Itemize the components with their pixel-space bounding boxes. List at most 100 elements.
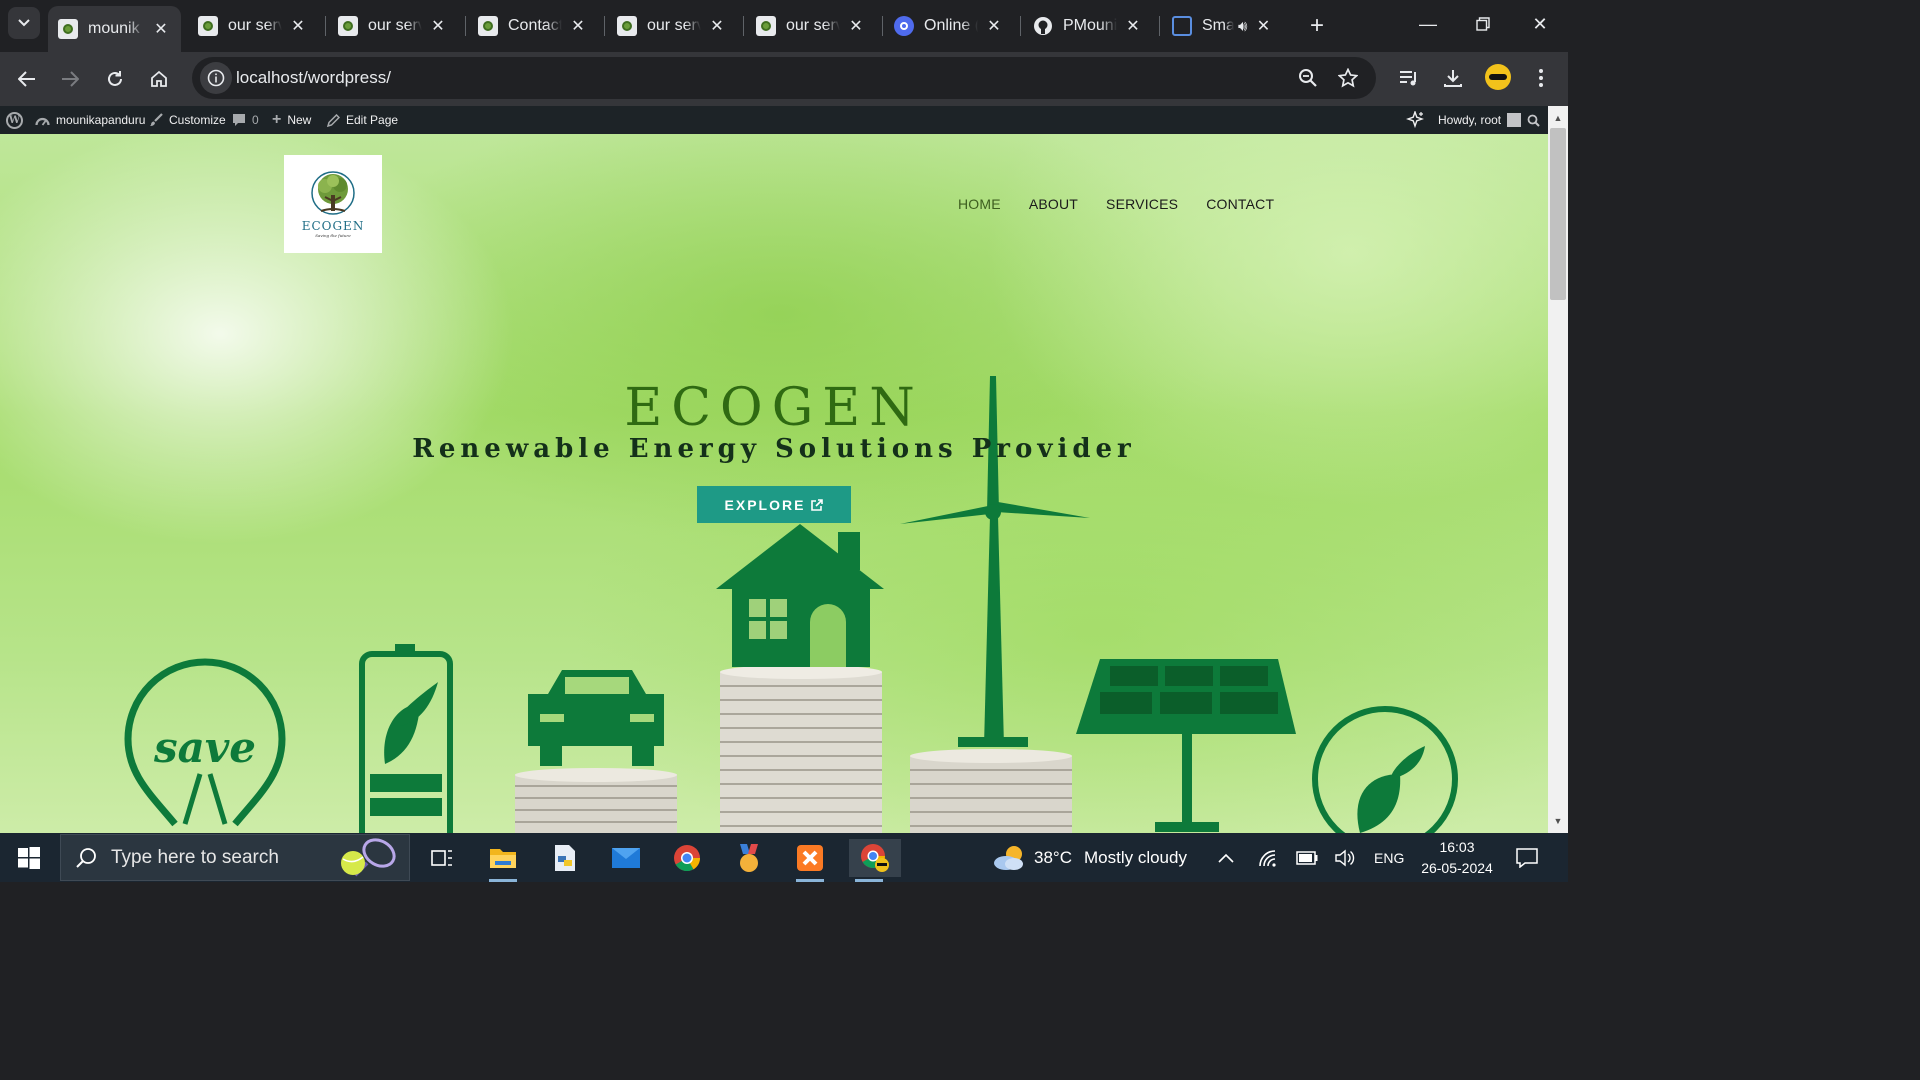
new-content-link[interactable]: + New xyxy=(272,106,311,134)
url-text[interactable]: localhost/wordpress/ xyxy=(236,68,391,88)
dashboard-gauge-icon xyxy=(35,117,50,126)
house-illustration xyxy=(716,524,884,667)
chrome-menu-icon[interactable] xyxy=(1527,64,1555,92)
battery-illustration xyxy=(359,644,453,833)
browser-tab[interactable]: PMouni ✕ xyxy=(1023,6,1153,46)
browser-tab[interactable]: our serv ✕ xyxy=(328,6,458,46)
task-view-button[interactable] xyxy=(422,839,462,877)
python-document-icon xyxy=(555,845,575,871)
zoom-icon[interactable] xyxy=(1296,66,1320,90)
explore-button[interactable]: EXPLORE xyxy=(697,486,851,523)
wordpress-logo-button[interactable]: W xyxy=(6,106,23,134)
site-name-link[interactable]: mounikapanduru xyxy=(35,106,145,134)
browser-tab[interactable]: our serv ✕ xyxy=(746,6,876,46)
close-tab-icon[interactable]: ✕ xyxy=(984,16,1004,36)
browser-tab[interactable]: mounik ✕ xyxy=(48,6,181,52)
taskbar-search-input[interactable]: Type here to search xyxy=(60,834,410,881)
mail-taskbar-button[interactable] xyxy=(606,839,646,877)
admin-search-button[interactable] xyxy=(1527,106,1540,134)
nav-item-about[interactable]: ABOUT xyxy=(1029,196,1078,212)
nav-item-services[interactable]: SERVICES xyxy=(1106,196,1178,212)
minimize-button[interactable]: — xyxy=(1410,8,1446,40)
ai-sparkle-button[interactable] xyxy=(1406,106,1424,134)
tab-title: our serv xyxy=(228,17,282,34)
python-file-taskbar-button[interactable] xyxy=(545,839,585,877)
explore-button-label: EXPLORE xyxy=(724,496,806,513)
nav-item-home[interactable]: HOME xyxy=(958,196,1001,212)
close-tab-icon[interactable]: ✕ xyxy=(428,16,448,36)
browser-tab[interactable]: Online ( ✕ xyxy=(884,6,1014,46)
site-favicon-icon xyxy=(338,16,358,36)
close-window-button[interactable]: ✕ xyxy=(1522,8,1558,40)
task-view-icon xyxy=(431,850,452,866)
eco-leaf-badge-illustration xyxy=(1312,706,1458,833)
close-tab-icon[interactable]: ✕ xyxy=(151,19,171,39)
close-tab-icon[interactable]: ✕ xyxy=(288,16,308,36)
reload-icon xyxy=(108,71,122,86)
site-favicon-icon xyxy=(58,19,78,39)
edit-page-link[interactable]: Edit Page xyxy=(327,106,398,134)
start-button[interactable] xyxy=(0,833,58,882)
comments-link[interactable]: 0 xyxy=(232,106,259,134)
arrow-left-icon xyxy=(18,71,35,87)
close-tab-icon[interactable]: ✕ xyxy=(707,16,727,36)
browser-tab[interactable]: our serv ✕ xyxy=(607,6,737,46)
reading-list-icon[interactable] xyxy=(1395,64,1423,92)
new-tab-button[interactable]: + xyxy=(1303,12,1331,40)
page-scrollbar[interactable]: ▲ ▼ xyxy=(1548,106,1568,833)
site-favicon-icon xyxy=(756,16,776,36)
chrome-taskbar-button[interactable] xyxy=(667,839,707,877)
xampp-taskbar-button[interactable] xyxy=(790,839,830,882)
profile-avatar-icon[interactable] xyxy=(1485,64,1511,90)
system-clock[interactable]: 16:03 26-05-2024 xyxy=(1412,837,1502,879)
scroll-up-arrow-icon[interactable]: ▲ xyxy=(1548,108,1568,128)
scroll-down-arrow-icon[interactable]: ▼ xyxy=(1548,811,1568,831)
clock-time: 16:03 xyxy=(1439,839,1475,855)
weather-widget[interactable]: 38°C Mostly cloudy xyxy=(992,833,1187,882)
speaker-icon xyxy=(1335,849,1355,866)
site-name-label: mounikapanduru xyxy=(56,113,146,127)
scrollbar-thumb[interactable] xyxy=(1550,128,1566,300)
file-explorer-taskbar-button[interactable] xyxy=(483,839,523,882)
logo-tagline: Saving the future xyxy=(315,232,351,238)
forward-button[interactable] xyxy=(53,62,87,96)
tab-title: our serv xyxy=(368,17,422,34)
close-tab-icon[interactable]: ✕ xyxy=(568,16,588,36)
battery-status-button[interactable] xyxy=(1296,833,1318,882)
chrome-profile-taskbar-button[interactable] xyxy=(849,839,901,882)
browser-tab[interactable]: our serv ✕ xyxy=(188,6,318,46)
tab-search-button[interactable] xyxy=(8,7,40,39)
tab-divider xyxy=(1159,16,1160,36)
windows-taskbar: Type here to search 38°C Mostly cloudy E… xyxy=(0,833,1568,882)
audio-playing-icon[interactable]: 🔊︎ xyxy=(1238,18,1247,35)
notification-center-button[interactable] xyxy=(1516,833,1538,882)
bookmark-star-icon[interactable] xyxy=(1336,66,1360,90)
volume-button[interactable] xyxy=(1335,833,1355,882)
restore-button[interactable] xyxy=(1465,8,1501,40)
close-tab-icon[interactable]: ✕ xyxy=(1123,16,1143,36)
browser-tab[interactable]: Contact ✕ xyxy=(468,6,598,46)
home-button[interactable] xyxy=(142,62,176,96)
reload-button[interactable] xyxy=(98,62,132,96)
browser-tab[interactable]: Sma 🔊︎ ✕ xyxy=(1162,6,1292,46)
back-button[interactable] xyxy=(10,62,44,96)
address-bar[interactable]: localhost/wordpress/ xyxy=(192,57,1376,99)
site-info-icon[interactable] xyxy=(200,62,232,94)
site-favicon-icon xyxy=(617,16,637,36)
network-status-button[interactable] xyxy=(1258,833,1278,882)
show-hidden-icons-button[interactable] xyxy=(1218,833,1234,882)
download-icon[interactable] xyxy=(1439,64,1467,92)
my-account-link[interactable]: Howdy, root xyxy=(1438,106,1522,134)
hero-background-illustration: save xyxy=(124,376,1458,833)
close-tab-icon[interactable]: ✕ xyxy=(1253,16,1273,36)
page-viewport: save ECOGEN Saving the future HOME ABOUT… xyxy=(0,134,1548,833)
input-language-button[interactable]: ENG xyxy=(1374,833,1404,882)
close-tab-icon[interactable]: ✕ xyxy=(846,16,866,36)
award-app-taskbar-button[interactable] xyxy=(729,839,769,877)
customize-link[interactable]: Customize xyxy=(149,106,226,134)
chevron-up-icon xyxy=(1218,853,1234,863)
nav-item-contact[interactable]: CONTACT xyxy=(1206,196,1274,212)
site-logo[interactable]: ECOGEN Saving the future xyxy=(284,155,382,253)
paintbrush-icon xyxy=(150,113,163,126)
wifi-icon xyxy=(1259,849,1276,867)
